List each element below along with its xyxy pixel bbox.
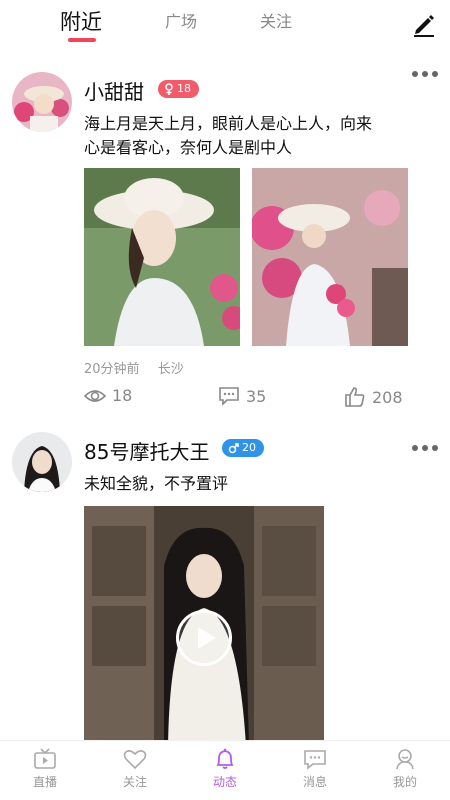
avatar[interactable] (12, 432, 72, 492)
age-text: 18 (177, 82, 191, 95)
nav-moments[interactable]: 动态 (190, 747, 260, 790)
pencil-icon (414, 15, 434, 37)
username[interactable]: 85号摩托大王 (84, 436, 209, 465)
edit-post-button[interactable] (410, 10, 438, 38)
post-text: 未知全貌，不予置评 (84, 472, 424, 496)
post-location: 长沙 (157, 362, 184, 377)
play-icon (198, 627, 216, 649)
tab-following[interactable]: 关注 (260, 8, 292, 32)
post-photo[interactable] (252, 168, 408, 346)
avatar[interactable] (12, 72, 72, 132)
top-tab-bar: 附近 广场 关注 (0, 0, 450, 56)
tab-square[interactable]: 广场 (165, 8, 197, 32)
post-meta: 20分钟前 长沙 (84, 358, 198, 377)
post-text-line: 海上月是天上月，眼前人是心上人，向来 (84, 114, 373, 133)
like-button[interactable]: 208 (344, 386, 403, 408)
nav-label: 直播 (32, 775, 57, 789)
comment-icon (219, 387, 239, 406)
post-video[interactable] (84, 506, 324, 746)
thumbs-up-icon (345, 387, 365, 407)
views-count: 18 (112, 386, 133, 405)
gender-age-badge: 20 (222, 439, 264, 457)
eye-icon (84, 389, 106, 402)
post-text-line: 未知全貌，不予置评 (84, 474, 229, 493)
female-icon (165, 83, 173, 95)
post-photo[interactable] (84, 168, 240, 346)
user-icon (396, 749, 414, 770)
post-time: 20分钟前 (84, 362, 140, 377)
nav-label: 动态 (212, 775, 237, 789)
nav-follow[interactable]: 关注 (100, 747, 170, 790)
heart-icon (123, 750, 147, 770)
bottom-navigation: 直播 关注 动态 消息 我的 (0, 740, 450, 800)
bell-icon (216, 748, 234, 769)
age-text: 20 (242, 441, 256, 454)
nav-label: 关注 (122, 775, 147, 789)
views-stat: 18 (84, 386, 132, 405)
nav-live[interactable]: 直播 (10, 747, 80, 790)
male-icon (228, 442, 239, 453)
tv-icon (34, 748, 56, 769)
username[interactable]: 小甜甜 (84, 76, 144, 105)
message-icon (304, 750, 326, 770)
likes-count: 208 (372, 387, 403, 407)
post-text: 海上月是天上月，眼前人是心上人，向来 心是看客心，奈何人是剧中人 (84, 112, 424, 160)
post-card[interactable]: 小甜甜 18 海上月是天上月，眼前人是心上人，向来 心是看客心，奈何人是剧中人 (0, 60, 450, 430)
nav-label: 我的 (392, 775, 417, 789)
tab-nearby[interactable]: 附近 (60, 6, 102, 36)
comments-count: 35 (246, 386, 267, 406)
more-options-button[interactable] (412, 68, 438, 80)
more-options-button[interactable] (412, 442, 438, 454)
post-text-line: 心是看客心，奈何人是剧中人 (84, 138, 293, 157)
nav-profile[interactable]: 我的 (370, 747, 440, 790)
play-button[interactable] (176, 610, 232, 666)
nav-messages[interactable]: 消息 (280, 747, 350, 790)
gender-age-badge: 18 (158, 80, 199, 98)
nav-label: 消息 (302, 775, 327, 789)
post-card[interactable]: 85号摩托大王 20 未知全貌，不予置评 (0, 428, 450, 748)
active-tab-indicator (68, 38, 96, 42)
comment-button[interactable]: 35 (218, 386, 266, 406)
